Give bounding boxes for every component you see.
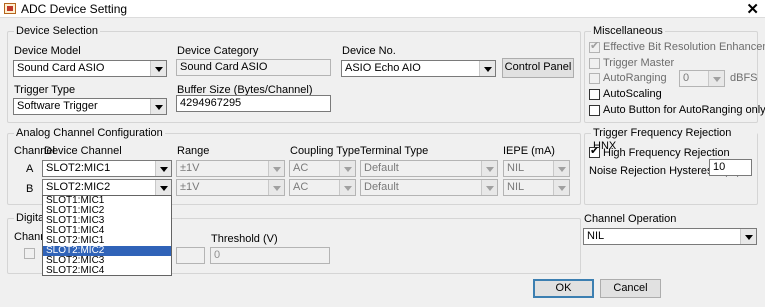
row-a-iepe-select[interactable]: NIL — [503, 160, 570, 177]
row-b-coupling-select[interactable]: AC — [289, 179, 356, 196]
chevron-down-icon — [339, 161, 355, 176]
analog-channel-legend: Analog Channel Configuration — [14, 127, 165, 140]
row-a-terminal-value: Default — [364, 162, 399, 174]
row-a-range-value: ±1V — [180, 162, 200, 174]
window-title: ADC Device Setting — [21, 2, 128, 16]
chevron-down-icon — [708, 71, 724, 86]
row-a-coupling-value: AC — [293, 162, 309, 174]
autoscaling-checkbox[interactable] — [589, 89, 600, 100]
device-no-value: ASIO Echo AIO — [345, 62, 421, 74]
chevron-down-icon — [155, 180, 171, 195]
row-a-range-select[interactable]: ±1V — [176, 160, 285, 177]
header-terminal: Terminal Type — [360, 145, 429, 157]
trigger-type-value: Software Trigger — [17, 100, 98, 112]
autoranging-value: 0 — [683, 72, 690, 84]
autoscaling-label: AutoScaling — [603, 88, 662, 100]
adc-device-setting-window: ADC Device Setting ✕ Device Selection De… — [0, 0, 765, 307]
trigger-master-label: Trigger Master — [603, 57, 675, 69]
ok-button[interactable]: OK — [533, 279, 594, 298]
chevron-down-icon — [553, 180, 569, 195]
digital-field-hidden — [176, 247, 205, 264]
chevron-down-icon — [339, 180, 355, 195]
row-a-channel: A — [26, 163, 34, 175]
device-category-value: Sound Card ASIO — [180, 61, 268, 73]
row-b-channel: B — [26, 183, 34, 195]
checkmark-icon: ✔ — [590, 145, 600, 157]
row-a-terminal-select[interactable]: Default — [360, 160, 498, 177]
device-category-label: Device Category — [177, 45, 259, 57]
row-b-range-value: ±1V — [180, 181, 200, 193]
row-b-iepe-value: NIL — [507, 181, 525, 193]
row-b-device-channel-select[interactable]: SLOT2:MIC2 — [42, 179, 172, 196]
autoranging-checkbox[interactable] — [589, 73, 600, 84]
buffer-size-value: 4294967295 — [180, 97, 242, 109]
close-icon[interactable]: ✕ — [746, 0, 759, 18]
chevron-down-icon — [268, 161, 284, 176]
row-a-iepe-value: NIL — [507, 162, 525, 174]
header-iepe: IEPE (mA) — [503, 145, 555, 157]
device-model-select[interactable]: Sound Card ASIO — [13, 60, 167, 77]
chevron-down-icon — [150, 61, 166, 76]
chevron-down-icon — [268, 180, 284, 195]
chevron-down-icon — [553, 161, 569, 176]
header-range: Range — [177, 145, 210, 157]
effective-bit-checkbox[interactable]: ✔ — [589, 40, 600, 53]
threshold-input[interactable]: 0 — [210, 247, 330, 264]
channel-operation-label: Channel Operation — [584, 213, 677, 225]
high-frequency-checkbox[interactable]: ✔ — [589, 145, 600, 158]
row-b-terminal-value: Default — [364, 181, 399, 193]
device-no-label: Device No. — [342, 45, 396, 57]
trigger-master-checkbox[interactable] — [589, 58, 600, 69]
chevron-down-icon — [479, 61, 495, 76]
effective-bit-label: Effective Bit Resolution Enhancement — [603, 41, 765, 53]
dropdown-option[interactable]: SLOT2:MIC4 — [43, 266, 171, 276]
device-model-label: Device Model — [14, 45, 81, 57]
channel-operation-value: NIL — [587, 230, 605, 242]
chevron-down-icon — [150, 99, 166, 114]
autoranging-select[interactable]: 0 — [679, 70, 725, 87]
header-device-channel: Device Channel — [44, 145, 122, 157]
chevron-down-icon — [155, 161, 171, 176]
trigger-type-label: Trigger Type — [14, 84, 76, 96]
row-a-device-channel-select[interactable]: SLOT2:MIC1 — [42, 160, 172, 177]
row-a-device-channel-value: SLOT2:MIC1 — [46, 162, 111, 174]
device-channel-dropdown[interactable]: SLOT1:MIC1 SLOT1:MIC2 SLOT1:MIC3 SLOT1:M… — [42, 195, 172, 276]
app-icon — [4, 3, 16, 14]
auto-button-label: Auto Button for AutoRanging only — [603, 104, 765, 116]
row-b-device-channel-value: SLOT2:MIC2 — [46, 181, 111, 193]
checkmark-icon: ✔ — [590, 40, 600, 52]
miscellaneous-legend: Miscellaneous — [591, 25, 665, 38]
threshold-label: Threshold (V) — [211, 233, 278, 245]
header-coupling: Coupling Type — [290, 145, 361, 157]
channel-operation-select[interactable]: NIL — [583, 228, 757, 245]
dbfs-label: dBFS — [730, 72, 758, 84]
row-b-range-select[interactable]: ±1V — [176, 179, 285, 196]
row-b-iepe-select[interactable]: NIL — [503, 179, 570, 196]
row-a-coupling-select[interactable]: AC — [289, 160, 356, 177]
cancel-button[interactable]: Cancel — [600, 279, 661, 298]
device-model-value: Sound Card ASIO — [17, 62, 105, 74]
auto-button-checkbox[interactable] — [589, 105, 600, 116]
row-b-coupling-value: AC — [293, 181, 309, 193]
title-bar: ADC Device Setting ✕ — [0, 0, 765, 18]
noise-rejection-input[interactable]: 10 — [709, 159, 752, 176]
chevron-down-icon — [740, 229, 756, 244]
noise-rejection-value: 10 — [713, 161, 726, 173]
device-no-select[interactable]: ASIO Echo AIO — [341, 60, 496, 77]
row-b-terminal-select[interactable]: Default — [360, 179, 498, 196]
autoranging-label: AutoRanging — [603, 72, 667, 84]
device-selection-legend: Device Selection — [14, 25, 100, 38]
chevron-down-icon — [481, 180, 497, 195]
chevron-down-icon — [481, 161, 497, 176]
trigger-type-select[interactable]: Software Trigger — [13, 98, 167, 115]
device-category-field: Sound Card ASIO — [176, 59, 331, 76]
buffer-size-input[interactable]: 4294967295 — [176, 95, 331, 112]
control-panel-button[interactable]: Control Panel — [502, 58, 574, 78]
digital-enable-checkbox[interactable] — [24, 248, 35, 259]
threshold-value: 0 — [214, 249, 221, 261]
